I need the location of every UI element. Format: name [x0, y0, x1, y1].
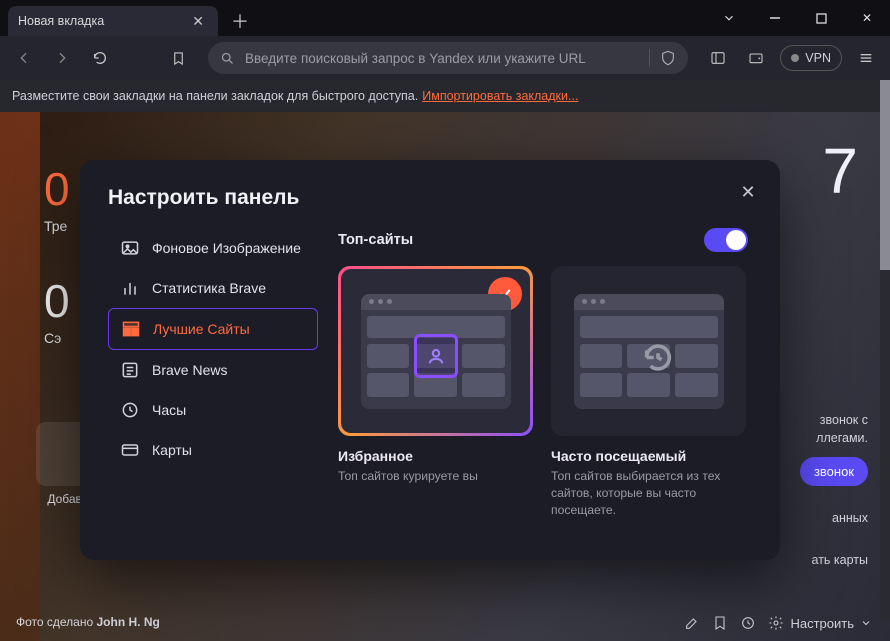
sidebar-item-label: Фоновое Изображение — [152, 240, 301, 256]
right-cards: звонок сллегами. звонок анных ать карты — [800, 412, 868, 569]
bookmarks-icon[interactable] — [712, 615, 728, 631]
sidebar-item-news[interactable]: Brave News — [108, 350, 318, 390]
wallet-icon[interactable] — [742, 44, 770, 72]
vpn-label: VPN — [805, 51, 831, 65]
browser-tab[interactable]: Новая вкладка ✕ — [8, 6, 218, 36]
stat-label-2: Сэ — [44, 330, 70, 346]
import-bookmarks-link[interactable]: Импортировать закладки... — [422, 89, 578, 103]
history-icon[interactable] — [740, 615, 756, 631]
bookmarks-prompt-text: Разместите свои закладки на панели закла… — [12, 89, 418, 103]
minimize-button[interactable] — [752, 0, 798, 36]
card-desc: Топ сайтов курируете вы — [338, 468, 533, 485]
window-close-button[interactable]: ✕ — [844, 0, 890, 36]
stat-value-2: 0 — [44, 274, 70, 328]
card-favorites[interactable]: Избранное Топ сайтов курируете вы — [338, 266, 533, 519]
topsites-toggle[interactable] — [704, 228, 748, 252]
cards-icon — [120, 440, 140, 460]
history-icon — [641, 341, 675, 380]
tab-dropdown-icon[interactable] — [706, 0, 752, 36]
bookmark-icon[interactable] — [164, 44, 192, 72]
edit-icon[interactable] — [684, 615, 700, 631]
chart-icon — [120, 278, 140, 298]
toolbar: Введите поисковый запрос в Yandex или ук… — [0, 36, 890, 80]
forward-button[interactable] — [48, 44, 76, 72]
stat-label: Тре — [44, 218, 70, 234]
vpn-status-dot — [791, 54, 799, 62]
sidebar-item-label: Карты — [152, 442, 192, 458]
customize-panel-modal: Настроить панель ✕ Фоновое Изображение С… — [80, 160, 780, 560]
sidebar-item-background[interactable]: Фоновое Изображение — [108, 228, 318, 268]
stats-widget: 0 Тре 0 Сэ — [44, 162, 70, 346]
card-desc: Топ сайтов выбирается из тех сайтов, кот… — [551, 468, 746, 519]
card-title: Избранное — [338, 448, 533, 464]
image-icon — [120, 238, 140, 258]
sidebar-item-label: Часы — [152, 402, 186, 418]
person-icon — [414, 334, 458, 378]
tab-close-icon[interactable]: ✕ — [188, 11, 208, 32]
customize-button[interactable]: Настроить — [768, 615, 872, 631]
menu-button[interactable] — [852, 44, 880, 72]
close-icon[interactable]: ✕ — [734, 178, 762, 206]
shield-icon[interactable] — [660, 50, 676, 66]
sidebar-item-label: Статистика Brave — [152, 280, 266, 296]
start-call-button[interactable]: звонок — [800, 457, 868, 486]
sidebar-item-clock[interactable]: Часы — [108, 390, 318, 430]
sidebar-item-label: Лучшие Сайты — [153, 321, 250, 337]
bookmarks-prompt-bar: Разместите свои закладки на панели закла… — [0, 80, 890, 112]
new-tab-button[interactable]: ＋ — [226, 7, 254, 35]
maximize-button[interactable] — [798, 0, 844, 36]
card-title: Часто посещаемый — [551, 448, 746, 464]
grid-icon — [121, 319, 141, 339]
news-icon — [120, 360, 140, 380]
search-icon — [220, 51, 235, 66]
sidebar-item-cards[interactable]: Карты — [108, 430, 318, 470]
modal-main: Топ-сайты — [338, 228, 752, 548]
back-button[interactable] — [10, 44, 38, 72]
sidebar-icon[interactable] — [704, 44, 732, 72]
photo-credit: Фото сделано John H. Ng — [16, 615, 160, 629]
tab-title: Новая вкладка — [18, 14, 104, 28]
sidebar-item-topsites[interactable]: Лучшие Сайты — [108, 308, 318, 350]
window-controls: ✕ — [706, 0, 890, 36]
modal-sidebar: Фоновое Изображение Статистика Brave Луч… — [108, 228, 318, 548]
sidebar-item-label: Brave News — [152, 362, 227, 378]
address-bar[interactable]: Введите поисковый запрос в Yandex или ук… — [208, 42, 688, 74]
reload-button[interactable] — [86, 44, 114, 72]
ntp-bottom-bar: Настроить — [684, 615, 872, 631]
stat-value: 0 — [44, 162, 70, 216]
scrollbar-thumb[interactable] — [880, 80, 890, 270]
section-title: Топ-сайты — [338, 232, 413, 248]
clock-icon — [120, 400, 140, 420]
url-placeholder: Введите поисковый запрос в Yandex или ук… — [245, 51, 586, 66]
card-frequent[interactable]: Часто посещаемый Топ сайтов выбирается и… — [551, 266, 746, 519]
scrollbar[interactable] — [880, 80, 890, 620]
modal-title: Настроить панель — [108, 186, 752, 210]
clock-widget: 7 — [822, 134, 860, 208]
vpn-button[interactable]: VPN — [780, 45, 842, 71]
titlebar: Новая вкладка ✕ ＋ ✕ — [0, 0, 890, 36]
sidebar-item-stats[interactable]: Статистика Brave — [108, 268, 318, 308]
